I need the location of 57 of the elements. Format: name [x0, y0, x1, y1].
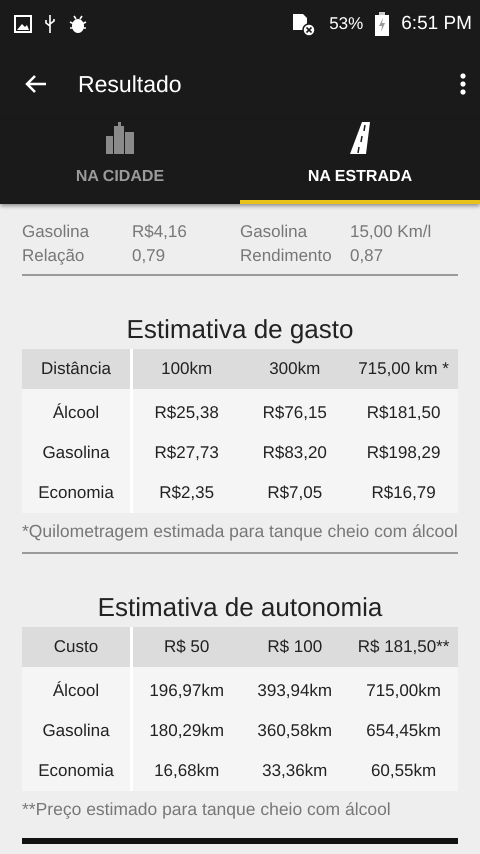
battery-charging-icon — [375, 12, 390, 36]
summary-label: Gasolina — [240, 222, 308, 242]
screen-title: Resultado — [78, 70, 183, 98]
table-cell: R$16,79 — [349, 473, 458, 513]
clock: 6:51 PM — [401, 13, 472, 35]
table-cell: Economia — [22, 751, 132, 791]
summary-value: R$4,16 — [132, 222, 188, 242]
bug-icon — [68, 14, 88, 34]
table-cell: R$2,35 — [132, 473, 240, 513]
battery-percent: 53% — [329, 14, 364, 34]
table-cell: 654,45km — [349, 711, 458, 751]
table-cell: R$25,38 — [132, 389, 240, 433]
table-cell: Gasolina — [22, 711, 132, 751]
summary-value: 15,00 Km/l — [350, 222, 432, 242]
usb-icon — [44, 14, 56, 34]
table-cell: R$198,29 — [349, 433, 458, 473]
table-cell: R$7,05 — [240, 473, 350, 513]
section-title: Estimativa de gasto — [126, 314, 354, 345]
table-cell: Álcool — [22, 667, 132, 711]
table-cell: 715,00km — [349, 667, 458, 711]
table-cell: R$83,20 — [240, 433, 350, 473]
summary-value: 0,87 — [350, 246, 384, 266]
table-cell: 16,68km — [132, 751, 240, 791]
tab[interactable]: NA CIDADE — [0, 120, 240, 204]
table-cell: 196,97km — [132, 667, 240, 711]
column-header: 100km — [132, 349, 240, 389]
table-cell: Gasolina — [22, 433, 132, 473]
footnote: **Preço estimado para tanque cheio com álcool — [22, 799, 392, 821]
section-title: Estimativa de autonomia — [96, 592, 384, 623]
footnote: *Quilometragem estimada para tanque cheio com álcool — [22, 521, 458, 543]
back-arrow-icon[interactable] — [24, 74, 48, 94]
column-header: R$ 50 — [132, 627, 240, 667]
table-cell: 360,58km — [240, 711, 350, 751]
column-header: Custo — [22, 627, 132, 667]
image-icon — [14, 15, 32, 33]
table-cell: R$27,73 — [132, 433, 240, 473]
summary-label: Rendimento — [240, 246, 333, 266]
table-cell: 60,55km — [349, 751, 458, 791]
table-cell: 180,29km — [132, 711, 240, 751]
column-header: R$ 181,50** — [349, 627, 458, 667]
table-cell: R$181,50 — [349, 389, 458, 433]
column-header: R$ 100 — [240, 627, 350, 667]
table-cell: R$76,15 — [240, 389, 350, 433]
summary-label: Relação — [22, 246, 86, 266]
tab[interactable]: NA ESTRADA — [240, 120, 480, 204]
summary-label: Gasolina — [22, 222, 90, 242]
summary-value: 0,79 — [132, 246, 166, 266]
table-cell: 393,94km — [240, 667, 350, 711]
table-cell: Economia — [22, 473, 132, 513]
column-header: 300km — [240, 349, 350, 389]
table-cell: 33,36km — [240, 751, 350, 791]
overflow-menu-icon[interactable] — [460, 73, 466, 95]
sim-error-icon — [291, 12, 318, 36]
column-header: 715,00 km * — [349, 349, 458, 389]
column-header: Distância — [22, 349, 132, 389]
buildings-icon — [106, 122, 134, 154]
table-cell: Álcool — [22, 389, 132, 433]
